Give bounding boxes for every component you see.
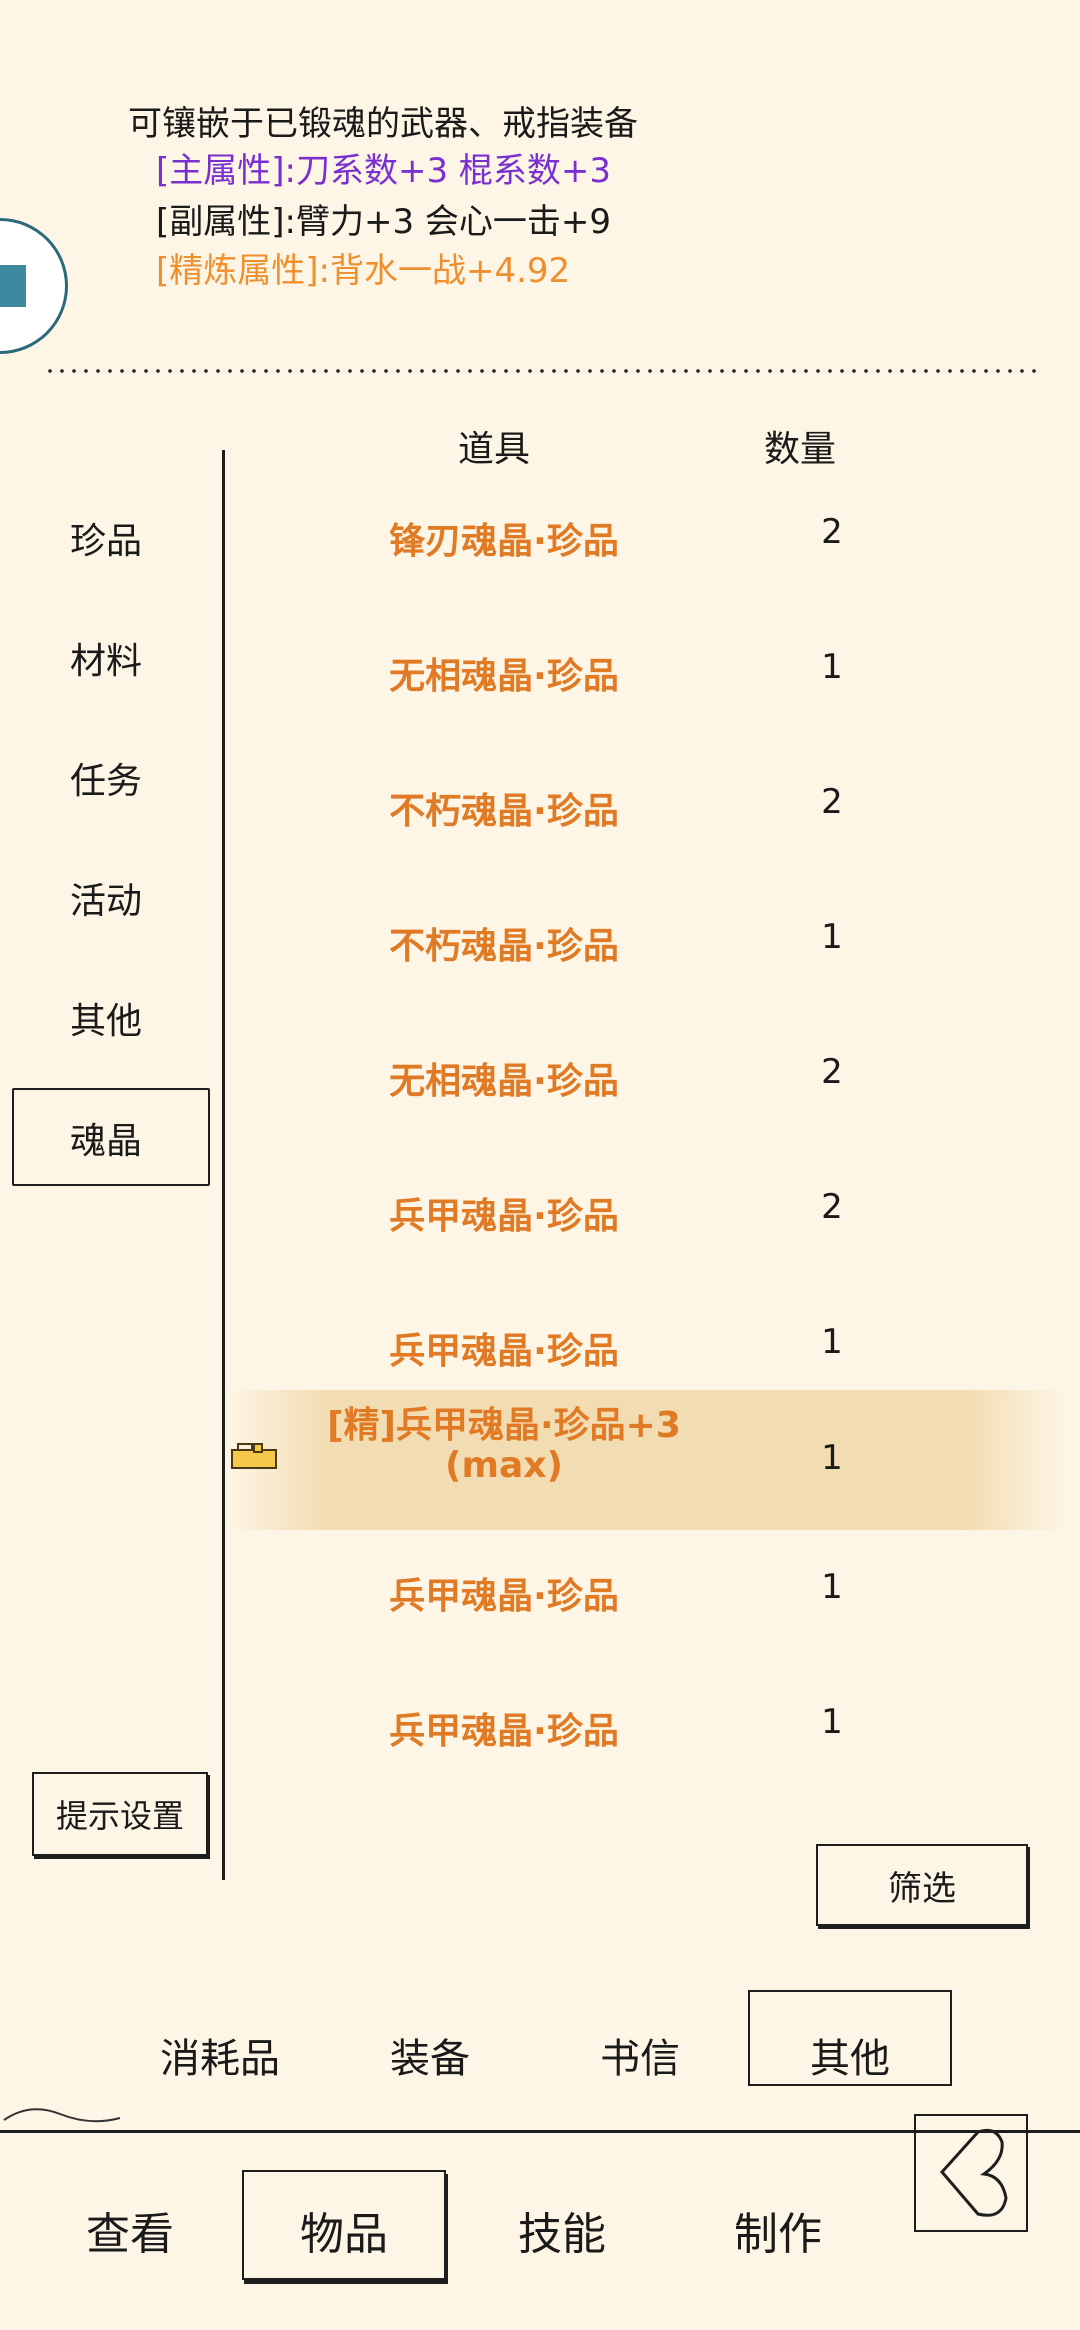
- sidebar-item-treasure[interactable]: 珍品: [0, 512, 222, 564]
- back-button[interactable]: [914, 2114, 1028, 2232]
- item-name: 锋刃魂晶·珍品: [389, 521, 619, 562]
- item-description: 可镶嵌于已锻魂的武器、戒指装备: [128, 104, 638, 144]
- hint-settings-button[interactable]: 提示设置: [32, 1772, 208, 1856]
- nav-view[interactable]: 查看: [50, 2180, 210, 2280]
- item-quantity: 1: [821, 1322, 843, 1362]
- lock-icon: [231, 1443, 277, 1469]
- sidebar-item-other[interactable]: 其他: [0, 992, 222, 1044]
- main-attribute: [主属性]:刀系数+3 棍系数+3: [156, 151, 612, 191]
- tab-other[interactable]: 其他: [770, 2010, 930, 2100]
- sidebar-divider: [222, 450, 225, 1880]
- sidebar-item-materials[interactable]: 材料: [0, 632, 222, 684]
- item-quantity: 2: [821, 1052, 843, 1092]
- sidebar-item-quest[interactable]: 任务: [0, 752, 222, 804]
- refine-attribute: [精炼属性]:背水一战+4.92: [156, 251, 571, 291]
- filter-button[interactable]: 筛选: [816, 1844, 1028, 1926]
- item-quantity: 2: [821, 782, 843, 822]
- item-name: 兵甲魂晶·珍品: [389, 1196, 619, 1237]
- item-name: 无相魂晶·珍品: [389, 656, 619, 697]
- sub-attribute: [副属性]:臂力+3 会心一击+9: [156, 202, 612, 242]
- item-quantity: 2: [821, 1187, 843, 1227]
- item-quantity: 1: [821, 647, 843, 687]
- item-name: 不朽魂晶·珍品: [389, 926, 619, 967]
- column-header-quantity: 数量: [764, 429, 837, 470]
- nav-skills[interactable]: 技能: [482, 2180, 642, 2280]
- table-row[interactable]: 无相魂晶·珍品 2: [226, 1010, 1066, 1144]
- table-row[interactable]: 兵甲魂晶·珍品 2: [226, 1145, 1066, 1279]
- nav-items[interactable]: 物品: [264, 2180, 424, 2280]
- table-row-selected[interactable]: [精]兵甲魂晶·珍品+3 (max) 1: [226, 1390, 1066, 1530]
- item-name: [精]兵甲魂晶·珍品+3 (max): [327, 1405, 681, 1486]
- table-row[interactable]: 锋刃魂晶·珍品 2: [226, 470, 1066, 604]
- item-quantity: 1: [821, 917, 843, 957]
- tab-equipment[interactable]: 装备: [350, 2010, 510, 2100]
- nav-craft[interactable]: 制作: [698, 2180, 858, 2280]
- badge-tile-teal: [0, 265, 26, 307]
- item-name: 无相魂晶·珍品: [389, 1061, 619, 1102]
- table-row[interactable]: 不朽魂晶·珍品 1: [226, 875, 1066, 1009]
- item-quantity: 2: [821, 512, 843, 552]
- table-row[interactable]: 无相魂晶·珍品 1: [226, 605, 1066, 739]
- column-header-item: 道具: [458, 429, 531, 470]
- item-quantity: 1: [821, 1702, 843, 1742]
- item-name: 兵甲魂晶·珍品: [389, 1711, 619, 1752]
- table-row[interactable]: 兵甲魂晶·珍品 1: [226, 1525, 1066, 1659]
- item-name: 兵甲魂晶·珍品: [389, 1576, 619, 1617]
- item-quantity: 1: [821, 1438, 843, 1478]
- table-row[interactable]: 不朽魂晶·珍品 2: [226, 740, 1066, 874]
- tab-consumables[interactable]: 消耗品: [140, 2010, 300, 2100]
- dotted-divider: [44, 368, 1040, 374]
- back-arrow-icon: [940, 2128, 1008, 2217]
- floating-side-icon[interactable]: [0, 218, 68, 354]
- item-name: 兵甲魂晶·珍品: [389, 1331, 619, 1372]
- item-quantity: 1: [821, 1567, 843, 1607]
- swirl-decoration: [3, 2108, 121, 2123]
- table-row[interactable]: 兵甲魂晶·珍品 1: [226, 1660, 1066, 1794]
- tab-letters[interactable]: 书信: [560, 2010, 720, 2100]
- sidebar-item-soul-crystal[interactable]: 魂晶: [0, 1112, 222, 1164]
- sidebar-item-event[interactable]: 活动: [0, 872, 222, 924]
- item-name: 不朽魂晶·珍品: [389, 791, 619, 832]
